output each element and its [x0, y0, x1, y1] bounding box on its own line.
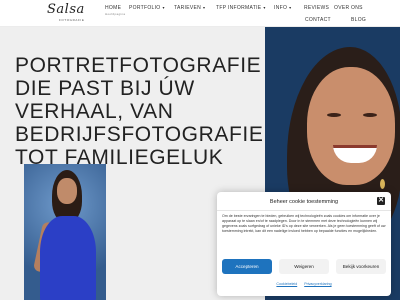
close-icon[interactable]: ✕ [377, 197, 385, 205]
portrait-earring [380, 179, 385, 189]
nav-contact-label: CONTACT [305, 17, 331, 23]
model-face [57, 178, 77, 204]
privacy-statement-link[interactable]: Privacyverklaring [304, 282, 331, 286]
nav-portfolio-label: PORTFOLIO [129, 5, 161, 11]
deny-button[interactable]: Weigeren [279, 259, 329, 274]
nav-portfolio[interactable]: PORTFOLIO ▾ [129, 5, 165, 11]
nav-home[interactable]: HOME [105, 5, 121, 11]
hero-model-photo [24, 164, 106, 300]
chevron-down-icon: ▾ [203, 5, 206, 10]
cookie-consent-modal: Beheer cookie toestemming ✕ Om de beste … [217, 192, 391, 296]
nav-tarieven[interactable]: TARIEVEN ▾ [174, 5, 205, 11]
hero-title-line: BEDRIJFSFOTOGRAFIE [15, 123, 264, 146]
main-nav: HOME Hoofdpagina PORTFOLIO ▾ TARIEVEN ▾ TF… [0, 0, 400, 27]
nav-home-subtitle: Hoofdpagina [105, 12, 126, 16]
cookie-modal-title: Beheer cookie toestemming [269, 199, 339, 205]
nav-blog[interactable]: BLOG [351, 17, 366, 23]
nav-reviews[interactable]: REVIEWS [304, 5, 329, 11]
hero-title-line: VERHAAL, VAN [15, 100, 174, 123]
nav-info-label: INFO [274, 5, 288, 11]
chevron-down-icon: ▾ [289, 5, 292, 10]
cookie-modal-text: Om de beste ervaringen te bieden, gebrui… [222, 214, 386, 233]
nav-blog-label: BLOG [351, 17, 367, 23]
model-dress [40, 216, 96, 300]
hero-title-line: PORTRETFOTOGRAFIE [15, 54, 262, 77]
view-preferences-button[interactable]: Bekijk voorkeuren [336, 259, 386, 274]
portrait-face [307, 67, 395, 185]
portrait-eye [363, 113, 377, 117]
nav-over-label: OVER ONS [334, 5, 363, 11]
cookie-modal-links: Cookiebeleid Privacyverklaring [217, 282, 391, 286]
nav-info[interactable]: INFO ▾ [274, 5, 291, 11]
hero-title: PORTRETFOTOGRAFIE DIE PAST BIJ ÚW VERHAA… [15, 54, 265, 169]
nav-over-ons[interactable]: OVER ONS [334, 5, 363, 11]
nav-tfp-informatie[interactable]: TFP INFORMATIE ▾ [216, 5, 266, 11]
nav-tfp-label: TFP INFORMATIE [216, 5, 262, 11]
chevron-down-icon: ▾ [162, 5, 165, 10]
nav-contact[interactable]: CONTACT [305, 17, 331, 23]
portrait-eye [327, 113, 341, 117]
site-header: Salsa FOTOGRAFIE HOME Hoofdpagina PORTFO… [0, 0, 400, 27]
nav-home-label: HOME [105, 5, 122, 11]
hero-title-line: DIE PAST BIJ ÚW [15, 77, 195, 100]
modal-divider [217, 210, 391, 211]
nav-reviews-label: REVIEWS [304, 5, 330, 11]
cookie-policy-link[interactable]: Cookiebeleid [276, 282, 297, 286]
accept-button[interactable]: Accepteren [222, 259, 272, 274]
chevron-down-icon: ▾ [263, 5, 266, 10]
nav-tarieven-label: TARIEVEN [174, 5, 202, 11]
